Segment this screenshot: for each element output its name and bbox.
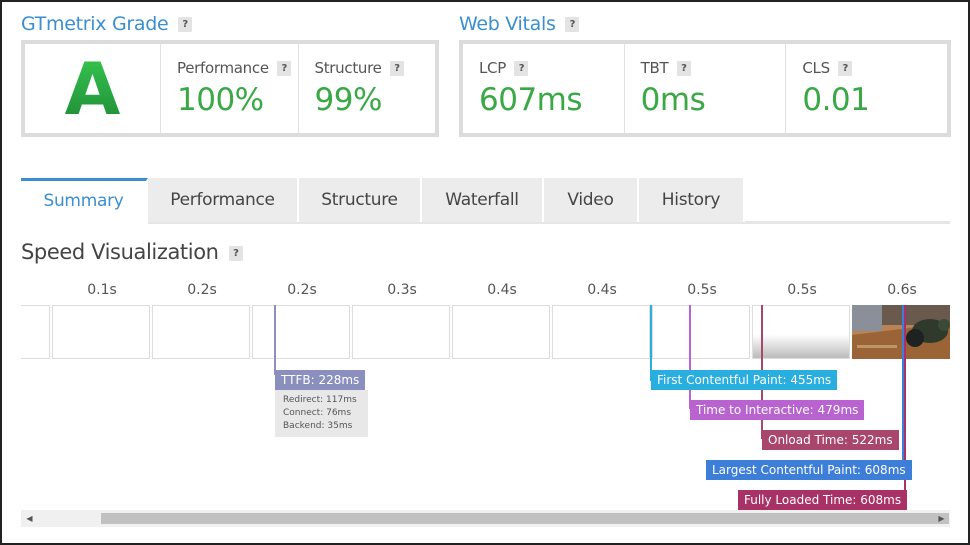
timeline-tick: 0.1s bbox=[87, 282, 117, 298]
web-vitals-title: Web Vitals ? bbox=[459, 13, 580, 35]
timeline-scrollbar[interactable]: ◀ ▶ bbox=[21, 510, 950, 527]
filmstrip-frame bbox=[352, 305, 450, 359]
filmstrip-frame bbox=[252, 305, 350, 359]
scroll-right-icon[interactable]: ▶ bbox=[933, 510, 950, 527]
cls-value: 0.01 bbox=[802, 82, 870, 118]
web-vitals-card: LCP ? 607ms TBT ? 0ms CLS ? 0.01 bbox=[459, 40, 951, 137]
fcp-marker: First Contentful Paint: 455ms bbox=[651, 370, 838, 390]
fully-loaded-marker: Fully Loaded Time: 608ms bbox=[738, 490, 908, 510]
tbt-metric: TBT ? 0ms bbox=[625, 44, 787, 133]
tab-history[interactable]: History bbox=[639, 178, 745, 222]
ttfb-line bbox=[274, 305, 276, 375]
lcp-value: 607ms bbox=[479, 82, 583, 118]
gtmetrix-grade-title-text: GTmetrix Grade bbox=[21, 13, 169, 35]
speed-visualization-title-text: Speed Visualization bbox=[21, 240, 219, 264]
tti-marker: Time to Interactive: 479ms bbox=[690, 400, 865, 420]
timeline-tick: 0.5s bbox=[787, 282, 817, 298]
tab-summary[interactable]: Summary bbox=[21, 178, 148, 225]
timeline-tick: 0.4s bbox=[587, 282, 617, 298]
timeline-tick: 0.2s bbox=[287, 282, 317, 298]
lcp-label-text: LCP bbox=[479, 59, 506, 77]
filmstrip-frame bbox=[752, 305, 850, 359]
filmstrip-frame bbox=[52, 305, 150, 359]
help-icon[interactable]: ? bbox=[838, 61, 853, 76]
onload-marker: Onload Time: 522ms bbox=[762, 430, 899, 450]
scroll-thumb[interactable] bbox=[101, 513, 949, 524]
performance-metric: Performance ? 100% bbox=[161, 44, 299, 133]
ttfb-redirect: Redirect: 117ms bbox=[283, 395, 357, 405]
speed-visualization-timeline: 0.1s 0.2s 0.2s 0.3s 0.4s 0.4s 0.5s 0.5s … bbox=[21, 279, 950, 527]
report-tabs: Summary Performance Structure Waterfall … bbox=[21, 178, 950, 225]
help-icon[interactable]: ? bbox=[228, 245, 243, 261]
ttfb-connect: Connect: 76ms bbox=[283, 408, 352, 418]
filmstrip-frame bbox=[452, 305, 550, 359]
structure-label: Structure ? bbox=[315, 59, 436, 77]
timeline-tick: 0.5s bbox=[687, 282, 717, 298]
ttfb-marker: TTFB: 228ms bbox=[275, 370, 366, 390]
performance-value: 100% bbox=[177, 82, 264, 118]
help-icon[interactable]: ? bbox=[676, 61, 691, 76]
gtmetrix-grade-title: GTmetrix Grade ? bbox=[21, 13, 193, 35]
tab-video[interactable]: Video bbox=[544, 178, 639, 222]
speed-visualization-title: Speed Visualization ? bbox=[21, 240, 243, 264]
help-icon[interactable]: ? bbox=[565, 17, 580, 32]
gtmetrix-grade-card: A Performance ? 100% Structure ? 99% bbox=[21, 40, 439, 137]
lcp-metric: LCP ? 607ms bbox=[463, 44, 625, 133]
web-vitals-title-text: Web Vitals bbox=[459, 13, 556, 35]
performance-label-text: Performance bbox=[177, 59, 269, 77]
filmstrip-frame-image bbox=[852, 305, 950, 359]
tab-waterfall[interactable]: Waterfall bbox=[422, 178, 544, 222]
lcp-marker: Largest Contentful Paint: 608ms bbox=[706, 460, 912, 480]
tti-line bbox=[689, 305, 691, 409]
cls-metric: CLS ? 0.01 bbox=[786, 44, 947, 133]
filmstrip-frame bbox=[152, 305, 250, 359]
help-icon[interactable]: ? bbox=[178, 17, 193, 32]
cls-label-text: CLS bbox=[802, 59, 830, 77]
grade-letter: A bbox=[64, 46, 121, 131]
filmstrip-frame bbox=[652, 305, 750, 359]
tab-performance[interactable]: Performance bbox=[148, 178, 299, 222]
tbt-label: TBT ? bbox=[641, 59, 786, 77]
grade-box: A bbox=[25, 44, 161, 133]
filmstrip-frame bbox=[21, 305, 50, 359]
structure-metric: Structure ? 99% bbox=[299, 44, 436, 133]
ttfb-breakdown: Redirect: 117ms Connect: 76ms Backend: 3… bbox=[275, 390, 368, 437]
help-icon[interactable]: ? bbox=[277, 61, 292, 76]
structure-label-text: Structure bbox=[314, 59, 382, 77]
scroll-left-icon[interactable]: ◀ bbox=[21, 510, 38, 527]
performance-label: Performance ? bbox=[177, 59, 298, 77]
tbt-label-text: TBT bbox=[640, 59, 669, 77]
timeline-tick: 0.3s bbox=[387, 282, 417, 298]
timeline-tick: 0.4s bbox=[487, 282, 517, 298]
timeline-tick: 0.2s bbox=[187, 282, 217, 298]
help-icon[interactable]: ? bbox=[390, 61, 405, 76]
cls-label: CLS ? bbox=[802, 59, 947, 77]
ttfb-backend: Backend: 35ms bbox=[283, 421, 353, 431]
structure-value: 99% bbox=[314, 82, 383, 118]
page-screenshot-thumbnail bbox=[852, 305, 950, 359]
lcp-label: LCP ? bbox=[479, 59, 624, 77]
timeline-tick: 0.6s bbox=[887, 282, 917, 298]
tab-structure[interactable]: Structure bbox=[299, 178, 422, 222]
help-icon[interactable]: ? bbox=[514, 61, 529, 76]
filmstrip-frame bbox=[552, 305, 650, 359]
tbt-value: 0ms bbox=[640, 82, 706, 118]
